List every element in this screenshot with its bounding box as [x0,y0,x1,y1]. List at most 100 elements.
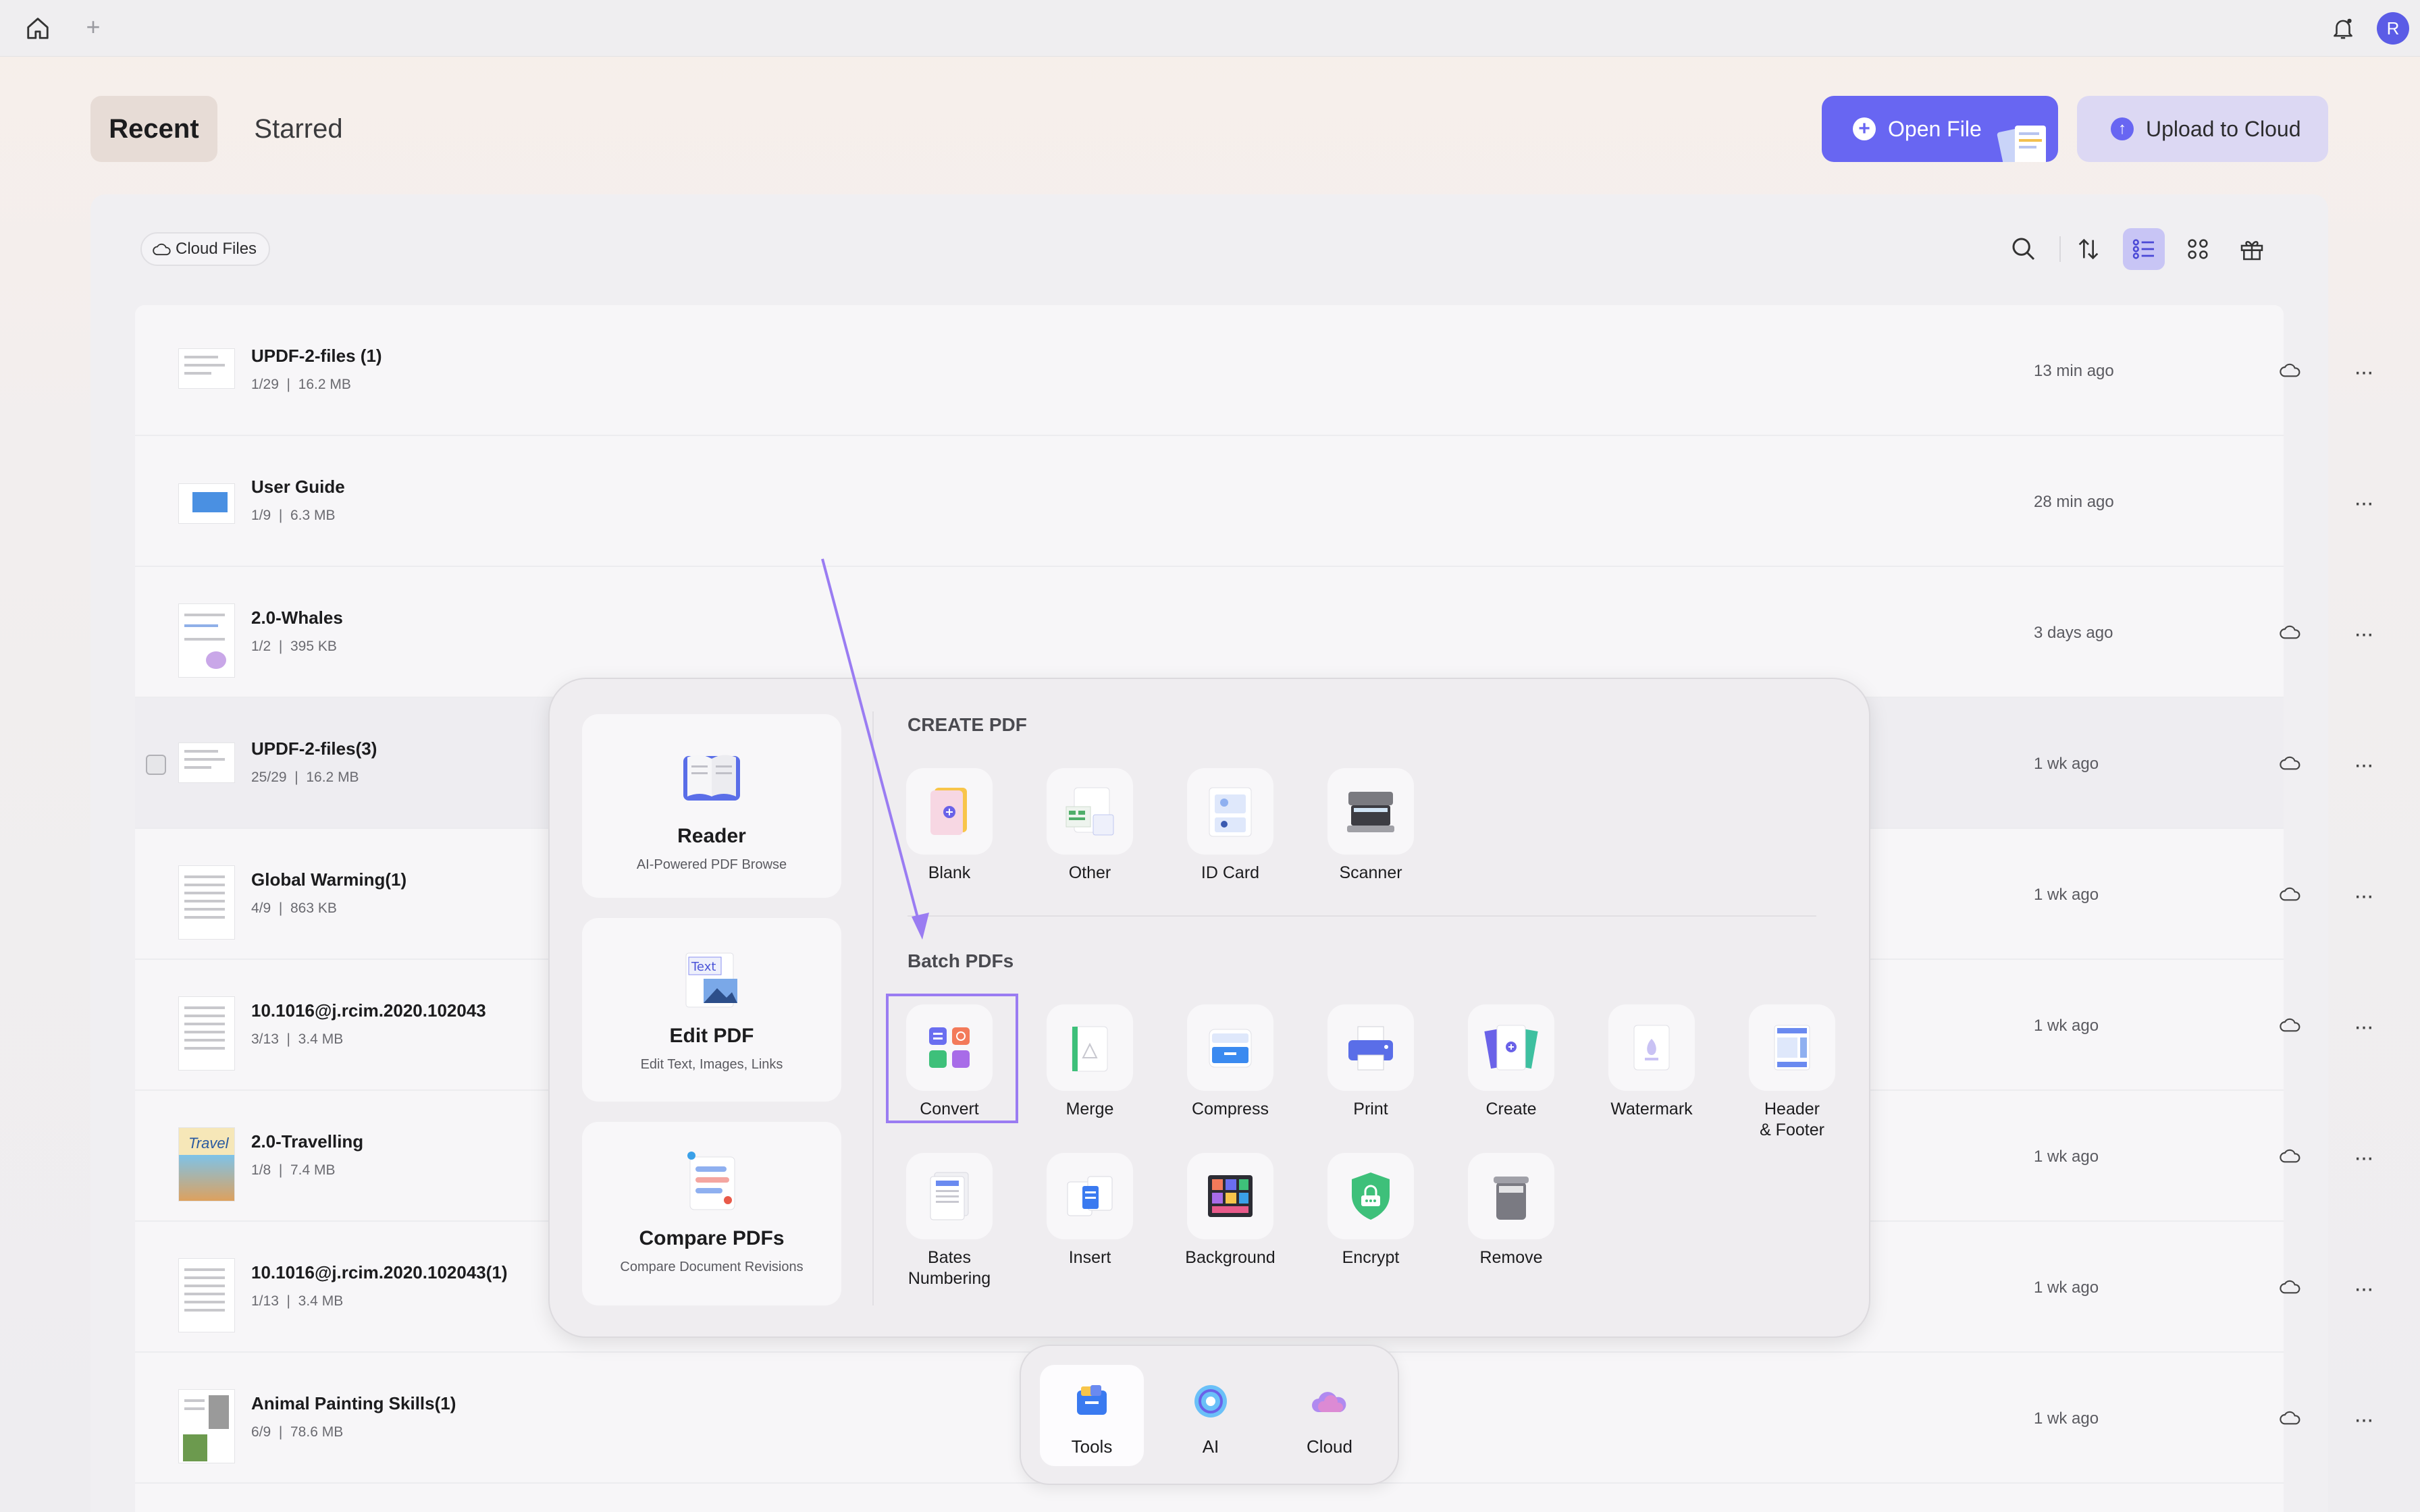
cloud-files-filter[interactable]: Cloud Files [140,232,270,266]
grid-view-button[interactable] [2177,228,2219,270]
cloud-files-label: Cloud Files [176,240,257,258]
cloud-icon[interactable] [2280,1015,2301,1034]
other-tool[interactable]: Other [1020,768,1155,903]
more-icon[interactable]: ··· [2354,883,2374,909]
file-meta: 4/9 | 863 KB [251,900,337,916]
bates-numbering-tool[interactable]: Bates Numbering [879,1153,1014,1288]
background-label: Background [1185,1248,1275,1267]
more-icon[interactable]: ··· [2354,1276,2374,1302]
dock-tools[interactable]: Tools [1040,1365,1144,1466]
cloud-icon[interactable] [2280,1146,2301,1165]
dock-tools-label: Tools [1071,1436,1113,1457]
other-icon [1047,768,1133,855]
file-thumbnail: Travel [178,1127,235,1202]
edit-pdf-card[interactable]: Text Edit PDF Edit Text, Images, Links [582,918,841,1102]
header-footer-tool[interactable]: Header & Footer [1722,1004,1857,1139]
cloud-icon[interactable] [2280,360,2301,379]
dock-ai-label: AI [1202,1436,1219,1457]
compress-label: Compress [1192,1100,1269,1118]
convert-tool[interactable]: Convert [879,1004,1014,1139]
list-view-button[interactable] [2123,228,2165,270]
file-thumbnail [178,603,235,678]
bates-numbering-label: Bates Numbering [908,1248,991,1288]
avatar[interactable]: R [2377,12,2409,45]
file-meta: 6/9 | 78.6 MB [251,1424,344,1440]
svg-text:Text: Text [691,960,716,974]
file-time: 1 wk ago [2034,755,2099,773]
open-file-label: Open File [1888,116,1982,141]
file-thumbnail [178,1389,235,1463]
upload-to-cloud-button[interactable]: ↑ Upload to Cloud [2077,96,2328,162]
insert-tool[interactable]: Insert [1020,1153,1155,1288]
more-icon[interactable]: ··· [2354,1145,2374,1171]
more-icon[interactable]: ··· [2354,359,2374,385]
blank-icon [906,768,993,855]
sort-button[interactable] [2068,228,2109,270]
home-button[interactable] [22,12,54,45]
file-time: 1 wk ago [2034,1148,2099,1166]
more-icon[interactable]: ··· [2354,1014,2374,1040]
reader-subtitle: AI-Powered PDF Browse [636,857,787,872]
gift-button[interactable] [2231,228,2273,270]
print-tool[interactable]: Print [1300,1004,1436,1139]
encrypt-icon [1327,1153,1414,1239]
id-card-icon [1187,768,1273,855]
watermark-tool[interactable]: Watermark [1581,1004,1716,1139]
remove-tool[interactable]: Remove [1441,1153,1576,1288]
background-tool[interactable]: Background [1160,1153,1295,1288]
watermark-icon [1608,1004,1695,1091]
file-time: 1 wk ago [2034,886,2099,904]
file-thumbnail [178,996,235,1071]
dock-cloud[interactable]: Cloud [1278,1365,1382,1466]
header-footer-label: Header & Footer [1760,1100,1824,1139]
file-time: 1 wk ago [2034,1278,2099,1297]
merge-icon [1047,1004,1133,1091]
tab-starred[interactable]: Starred [236,96,361,162]
scanner-label: Scanner [1339,863,1402,882]
cloud-icon[interactable] [2280,1277,2301,1296]
tools-popup: Reader AI-Powered PDF Browse Text Edit P… [548,678,1870,1338]
encrypt-tool[interactable]: Encrypt [1300,1153,1436,1288]
more-icon[interactable]: ··· [2354,621,2374,647]
row-checkbox[interactable] [146,755,166,775]
cloud-icon [153,243,171,256]
convert-icon [906,1004,993,1091]
merge-tool[interactable]: Merge [1020,1004,1155,1139]
scanner-tool[interactable]: Scanner [1300,768,1436,903]
compare-pdfs-card[interactable]: Compare PDFs Compare Document Revisions [582,1122,841,1305]
cloud-icon[interactable] [2280,1408,2301,1427]
cloud-icon[interactable] [2280,884,2301,903]
compress-tool[interactable]: Compress [1160,1004,1295,1139]
create-tool[interactable]: Create [1441,1004,1576,1139]
toolbar-divider [2059,236,2061,262]
file-row[interactable]: UPDF-2-files (1) 1/29 | 16.2 MB 13 min a… [135,305,2374,436]
more-icon[interactable]: ··· [2354,752,2374,778]
new-tab-button[interactable]: + [80,14,107,40]
more-icon[interactable]: ··· [2354,490,2374,516]
watermark-label: Watermark [1610,1100,1693,1118]
file-meta: 25/29 | 16.2 MB [251,770,359,785]
reader-card[interactable]: Reader AI-Powered PDF Browse [582,714,841,898]
id-card-tool[interactable]: ID Card [1160,768,1295,903]
file-name: 2.0-Whales [251,608,343,628]
edit-pdf-subtitle: Edit Text, Images, Links [640,1057,783,1072]
notifications-button[interactable] [2327,12,2359,45]
blank-tool[interactable]: Blank [879,768,1014,903]
ai-icon [1194,1385,1227,1418]
book-icon [683,755,740,801]
file-meta: 1/29 | 16.2 MB [251,377,351,392]
cloud-icon[interactable] [2280,622,2301,641]
compress-icon [1187,1004,1273,1091]
file-time: 1 wk ago [2034,1017,2099,1035]
create-pdf-title: CREATE PDF [908,714,1027,735]
tab-recent[interactable]: Recent [90,96,217,162]
file-row[interactable]: User Guide 1/9 | 6.3 MB 28 min ago ··· [135,436,2374,567]
background-icon [1187,1153,1273,1239]
open-file-button[interactable]: + Open File [1822,96,2058,162]
more-icon[interactable]: ··· [2354,1407,2374,1433]
print-label: Print [1353,1100,1388,1118]
cloud-icon[interactable] [2280,753,2301,772]
search-button[interactable] [2003,228,2045,270]
dock-ai[interactable]: AI [1159,1365,1263,1466]
dock-cloud-label: Cloud [1307,1436,1352,1457]
